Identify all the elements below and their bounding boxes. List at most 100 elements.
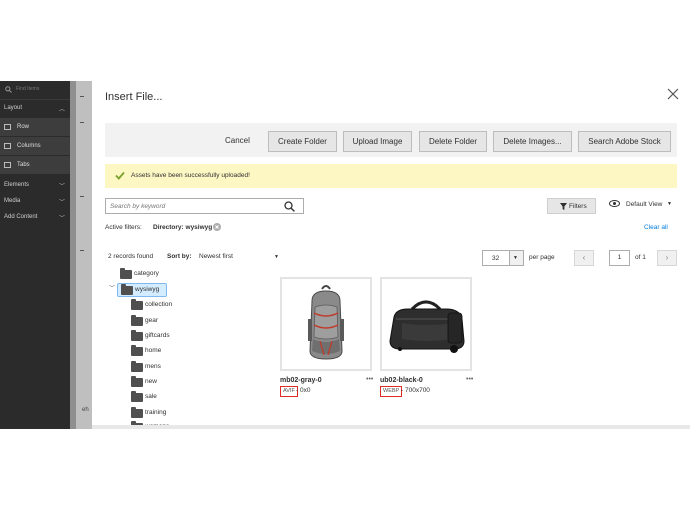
clear-all-link[interactable]: Clear all bbox=[644, 224, 668, 231]
sort-by-label: Sort by: bbox=[167, 253, 192, 260]
close-icon[interactable] bbox=[667, 88, 679, 100]
folder-label: training bbox=[145, 409, 167, 416]
chevron-down-icon[interactable]: ﹀ bbox=[109, 283, 115, 292]
stage-divider bbox=[80, 96, 84, 97]
chevron-down-icon: ﹀ bbox=[58, 184, 65, 190]
asset-type-badge: WEBP bbox=[380, 386, 403, 397]
modal-toolbar: Cancel Create Folder Upload Image Delete… bbox=[105, 123, 677, 157]
find-items-placeholder: Find Items bbox=[16, 86, 40, 92]
check-icon bbox=[115, 171, 125, 180]
folder-item[interactable]: new bbox=[131, 376, 191, 390]
folder-icon bbox=[131, 407, 143, 418]
per-page-value: 32 bbox=[492, 255, 500, 262]
asset-dimensions-value: 0x0 bbox=[299, 387, 311, 394]
per-page-dropdown-button[interactable]: ▼ bbox=[509, 251, 523, 265]
chevron-down-icon: ﹀ bbox=[58, 216, 65, 222]
sort-value: Newest first bbox=[199, 253, 233, 260]
stage-text-fragment: eh bbox=[82, 407, 89, 413]
section-label: Add Content bbox=[4, 214, 38, 220]
tabs-icon bbox=[4, 162, 11, 168]
active-filter-value: Directory: wysiwyg bbox=[153, 224, 213, 231]
ellipsis-icon[interactable]: ••• bbox=[466, 376, 473, 383]
filters-button[interactable]: Filters bbox=[547, 198, 596, 214]
asset-name: mb02-gray-0 bbox=[280, 377, 322, 384]
folder-label: mens bbox=[145, 363, 161, 370]
backpack-image bbox=[308, 285, 344, 360]
page-total: of 1 bbox=[635, 254, 646, 261]
previous-page-button[interactable]: ‹ bbox=[574, 250, 594, 266]
funnel-icon bbox=[560, 203, 567, 210]
columns-icon bbox=[4, 143, 11, 149]
stage-divider bbox=[80, 122, 84, 123]
folder-item[interactable]: giftcards bbox=[131, 330, 191, 344]
sort-select[interactable]: Newest first ▼ bbox=[199, 253, 279, 260]
asset-dimensions: - 0x0 bbox=[296, 387, 311, 394]
page-builder-panel: Find Items Layout ︿ Row Columns Tabs Ele… bbox=[0, 81, 70, 429]
folder-item[interactable]: sale bbox=[131, 391, 191, 405]
eye-icon bbox=[609, 200, 620, 207]
folder-label: new bbox=[145, 378, 157, 385]
stage-divider bbox=[80, 250, 84, 251]
search-input[interactable] bbox=[110, 201, 280, 211]
caret-down-icon: ▼ bbox=[513, 255, 518, 261]
section-layout[interactable]: Layout ︿ bbox=[0, 99, 70, 117]
folder-icon bbox=[131, 299, 143, 310]
row-icon bbox=[4, 124, 11, 130]
search-icon bbox=[5, 86, 12, 93]
search-icon[interactable] bbox=[284, 201, 295, 212]
folder-item[interactable]: collection bbox=[131, 299, 191, 313]
asset-dimensions: - 700x700 bbox=[401, 387, 430, 394]
find-items-search[interactable]: Find Items bbox=[0, 81, 70, 100]
search-adobe-stock-button[interactable]: Search Adobe Stock bbox=[578, 131, 671, 152]
caret-down-icon: ▼ bbox=[274, 254, 279, 260]
folder-label: category bbox=[134, 270, 159, 277]
per-page-label: per page bbox=[529, 254, 555, 261]
folder-label: sale bbox=[145, 393, 157, 400]
delete-images-button[interactable]: Delete Images... bbox=[493, 131, 572, 152]
chevron-up-icon: ︿ bbox=[58, 107, 65, 113]
section-label: Elements bbox=[4, 182, 30, 188]
asset-thumbnail-gray-backpack[interactable] bbox=[280, 277, 372, 371]
per-page-select[interactable]: 32 ▼ bbox=[482, 250, 524, 266]
folder-icon bbox=[131, 391, 143, 402]
remove-filter-icon[interactable] bbox=[213, 223, 221, 231]
keyword-search bbox=[105, 198, 304, 214]
upload-image-button[interactable]: Upload Image bbox=[343, 131, 412, 152]
folder-item[interactable]: mens bbox=[131, 361, 191, 375]
records-count: 2 records found bbox=[108, 253, 154, 260]
layout-item-tabs[interactable]: Tabs bbox=[0, 156, 70, 175]
folder-item[interactable]: home bbox=[131, 345, 191, 359]
folder-label: wysiwyg bbox=[135, 286, 160, 293]
folder-label: home bbox=[145, 347, 162, 354]
folder-label: gear bbox=[145, 317, 159, 324]
folder-item[interactable]: gear bbox=[131, 315, 191, 329]
stage-divider bbox=[80, 196, 84, 197]
layout-item-row[interactable]: Row bbox=[0, 118, 70, 137]
folder-item[interactable]: training bbox=[131, 407, 191, 421]
filters-label: Filters bbox=[569, 203, 587, 210]
folder-icon bbox=[121, 284, 133, 295]
folder-label: giftcards bbox=[145, 332, 170, 339]
folder-item[interactable]: category bbox=[120, 268, 180, 282]
create-folder-button[interactable]: Create Folder bbox=[268, 131, 337, 152]
modal-bottom-edge bbox=[92, 425, 690, 429]
active-filters-label: Active filters: bbox=[105, 224, 142, 231]
modal-title: Insert File... bbox=[105, 91, 163, 103]
section-label: Layout bbox=[4, 105, 23, 111]
duffel-bag-image bbox=[389, 300, 465, 353]
asset-name: ub02-black-0 bbox=[380, 377, 423, 384]
delete-folder-button[interactable]: Delete Folder bbox=[419, 131, 487, 152]
folder-item-selected[interactable]: wysiwyg bbox=[117, 283, 167, 297]
success-message-text: Assets have been successfully uploaded! bbox=[131, 172, 250, 179]
asset-thumbnail-black-duffel-bag[interactable] bbox=[380, 277, 472, 371]
folder-icon bbox=[131, 315, 143, 326]
ellipsis-icon[interactable]: ••• bbox=[366, 376, 373, 383]
layout-item-label: Columns bbox=[17, 143, 41, 149]
folder-icon bbox=[131, 345, 143, 356]
page-number-input[interactable]: 1 bbox=[609, 250, 630, 266]
layout-item-columns[interactable]: Columns bbox=[0, 137, 70, 156]
cancel-button[interactable]: Cancel bbox=[225, 136, 250, 145]
next-page-button[interactable]: › bbox=[657, 250, 677, 266]
section-label: Media bbox=[4, 198, 21, 204]
section-add-content[interactable]: Add Content ﹀ bbox=[0, 208, 70, 226]
